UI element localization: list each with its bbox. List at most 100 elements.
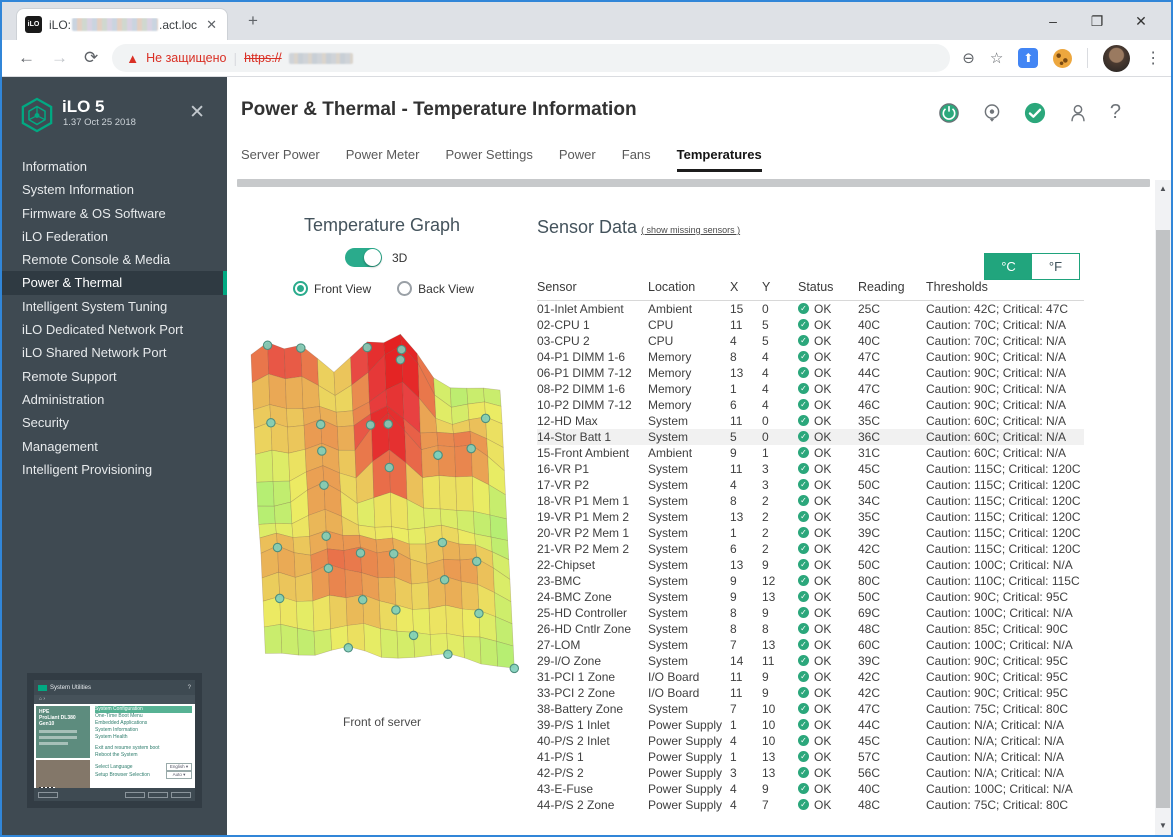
sensor-row-42-p-s-2[interactable]: 42-P/S 2Power Supply313✓OK56CCaution: N/… bbox=[537, 765, 1084, 781]
3d-toggle[interactable] bbox=[345, 248, 382, 267]
sensor-row-43-e-fuse[interactable]: 43-E-FusePower Supply49✓OK40CCaution: 10… bbox=[537, 781, 1084, 797]
cookie-extension-icon[interactable] bbox=[1053, 49, 1072, 68]
sensor-row-14-stor-batt-1[interactable]: 14-Stor Batt 1System50✓OK36CCaution: 60C… bbox=[537, 429, 1084, 445]
sensor-row-19-vr-p1-mem-2[interactable]: 19-VR P1 Mem 2System132✓OK35CCaution: 11… bbox=[537, 509, 1084, 525]
sidebar-item-intelligent-system-tuning[interactable]: Intelligent System Tuning bbox=[2, 295, 227, 318]
sidebar-item-system-information[interactable]: System Information bbox=[2, 178, 227, 201]
sensor-row-04-p1-dimm-1-6[interactable]: 04-P1 DIMM 1-6Memory84✓OK47CCaution: 90C… bbox=[537, 349, 1084, 365]
new-tab-button[interactable]: + bbox=[242, 11, 264, 31]
user-icon[interactable] bbox=[1067, 102, 1089, 124]
scrollbar-thumb[interactable] bbox=[1156, 230, 1170, 808]
sensor-row-25-hd-controller[interactable]: 25-HD ControllerSystem89✓OK69CCaution: 1… bbox=[537, 605, 1084, 621]
close-button[interactable]: ✕ bbox=[1119, 13, 1163, 30]
security-warning-icon[interactable]: ▲ bbox=[126, 51, 139, 66]
sensor-row-38-battery-zone[interactable]: 38-Battery ZoneSystem710✓OK47CCaution: 7… bbox=[537, 701, 1084, 717]
sensor-row-22-chipset[interactable]: 22-ChipsetSystem139✓OK50CCaution: 100C; … bbox=[537, 557, 1084, 573]
show-missing-sensors-link[interactable]: ( show missing sensors ) bbox=[641, 225, 740, 235]
status-ok-icon: ✓ bbox=[798, 751, 809, 762]
profile-avatar[interactable] bbox=[1103, 45, 1130, 72]
minimize-button[interactable]: – bbox=[1031, 13, 1075, 29]
back-icon[interactable]: ← bbox=[18, 48, 35, 68]
status-ok-icon: ✓ bbox=[798, 735, 809, 746]
uid-indicator-icon[interactable] bbox=[981, 102, 1003, 124]
front-view-radio[interactable]: Front View bbox=[293, 281, 371, 296]
sensor-row-01-inlet-ambient[interactable]: 01-Inlet AmbientAmbient150✓OK25CCaution:… bbox=[537, 301, 1084, 317]
view-radio-group: Front View Back View bbox=[293, 281, 474, 296]
status-cell: ✓OK bbox=[798, 653, 858, 669]
sensor-row-31-pci-1-zone[interactable]: 31-PCI 1 ZoneI/O Board119✓OK42CCaution: … bbox=[537, 669, 1084, 685]
sensor-row-24-bmc-zone[interactable]: 24-BMC ZoneSystem913✓OK50CCaution: 90C; … bbox=[537, 589, 1084, 605]
tab-close-icon[interactable]: ✕ bbox=[204, 17, 219, 33]
sensor-row-16-vr-p1[interactable]: 16-VR P1System113✓OK45CCaution: 115C; Cr… bbox=[537, 461, 1084, 477]
sensor-row-12-hd-max[interactable]: 12-HD MaxSystem110✓OK35CCaution: 60C; Cr… bbox=[537, 413, 1084, 429]
sidebar-item-power-thermal[interactable]: Power & Thermal bbox=[2, 271, 227, 294]
remote-console-thumbnail[interactable]: System Utilities ? ⌂ › HPE ProLiant DL38… bbox=[27, 673, 202, 808]
tab-server-power[interactable]: Server Power bbox=[241, 147, 320, 172]
health-ok-icon[interactable] bbox=[1024, 102, 1046, 124]
sensor-row-10-p2-dimm-7-12[interactable]: 10-P2 DIMM 7-12Memory64✓OK46CCaution: 90… bbox=[537, 397, 1084, 413]
sensor-row-18-vr-p1-mem-1[interactable]: 18-VR P1 Mem 1System82✓OK34CCaution: 115… bbox=[537, 493, 1084, 509]
chrome-menu-icon[interactable]: ⋮ bbox=[1145, 48, 1161, 68]
bookmark-star-icon[interactable]: ☆ bbox=[990, 49, 1003, 67]
address-bar[interactable]: ▲ Не защищено | https:// bbox=[112, 44, 950, 72]
sidebar-item-remote-console-media[interactable]: Remote Console & Media bbox=[2, 248, 227, 271]
security-warning-label[interactable]: Не защищено bbox=[146, 51, 226, 65]
vertical-scrollbar[interactable]: ▲ ▼ bbox=[1155, 180, 1171, 835]
sensor-row-29-i-o-zone[interactable]: 29-I/O ZoneSystem1411✓OK39CCaution: 90C;… bbox=[537, 653, 1084, 669]
sidebar-item-ilo-dedicated-network-port[interactable]: iLO Dedicated Network Port bbox=[2, 318, 227, 341]
sensor-row-08-p2-dimm-1-6[interactable]: 08-P2 DIMM 1-6Memory14✓OK47CCaution: 90C… bbox=[537, 381, 1084, 397]
celsius-button[interactable]: °C bbox=[985, 254, 1032, 279]
sidebar-item-ilo-shared-network-port[interactable]: iLO Shared Network Port bbox=[2, 341, 227, 364]
sensor-row-27-lom[interactable]: 27-LOMSystem713✓OK60CCaution: 100C; Crit… bbox=[537, 637, 1084, 653]
sidebar-item-administration[interactable]: Administration bbox=[2, 388, 227, 411]
sensor-row-21-vr-p2-mem-2[interactable]: 21-VR P2 Mem 2System62✓OK42CCaution: 115… bbox=[537, 541, 1084, 557]
scroll-up-icon[interactable]: ▲ bbox=[1155, 182, 1171, 196]
sensor-marker bbox=[267, 419, 275, 427]
server-power-icon[interactable] bbox=[938, 102, 960, 124]
sensor-row-06-p1-dimm-7-12[interactable]: 06-P1 DIMM 7-12Memory134✓OK44CCaution: 9… bbox=[537, 365, 1084, 381]
sensor-row-15-front-ambient[interactable]: 15-Front AmbientAmbient91✓OK31CCaution: … bbox=[537, 445, 1084, 461]
status-cell: ✓OK bbox=[798, 381, 858, 397]
tab-power-meter[interactable]: Power Meter bbox=[346, 147, 420, 172]
zoom-out-icon[interactable]: ⊖ bbox=[962, 49, 975, 67]
thumb-help-icon: ? bbox=[188, 685, 191, 691]
sensor-row-03-cpu-2[interactable]: 03-CPU 2CPU45✓OK40CCaution: 70C; Critica… bbox=[537, 333, 1084, 349]
scroll-down-icon[interactable]: ▼ bbox=[1155, 819, 1171, 833]
sensor-row-20-vr-p2-mem-1[interactable]: 20-VR P2 Mem 1System12✓OK39CCaution: 115… bbox=[537, 525, 1084, 541]
sensor-row-41-p-s-1[interactable]: 41-P/S 1Power Supply113✓OK57CCaution: N/… bbox=[537, 749, 1084, 765]
maximize-button[interactable]: ❐ bbox=[1075, 13, 1119, 30]
tab-power[interactable]: Power bbox=[559, 147, 596, 172]
sidebar-item-intelligent-provisioning[interactable]: Intelligent Provisioning bbox=[2, 458, 227, 481]
sensor-row-02-cpu-1[interactable]: 02-CPU 1CPU115✓OK40CCaution: 70C; Critic… bbox=[537, 317, 1084, 333]
tab-fans[interactable]: Fans bbox=[622, 147, 651, 172]
sidebar-item-ilo-federation[interactable]: iLO Federation bbox=[2, 225, 227, 248]
sidebar-item-security[interactable]: Security bbox=[2, 411, 227, 434]
sensor-row-40-p-s-2-inlet[interactable]: 40-P/S 2 InletPower Supply410✓OK45CCauti… bbox=[537, 733, 1084, 749]
sidebar-close-icon[interactable]: ✕ bbox=[189, 101, 205, 124]
sensor-row-26-hd-cntlr-zone[interactable]: 26-HD Cntlr ZoneSystem88✓OK48CCaution: 8… bbox=[537, 621, 1084, 637]
sidebar-item-information[interactable]: Information bbox=[2, 155, 227, 178]
horizontal-scrollbar[interactable] bbox=[237, 179, 1150, 187]
temperature-surface-chart[interactable] bbox=[233, 329, 531, 681]
status-ok-icon: ✓ bbox=[798, 479, 809, 490]
sidebar-item-remote-support[interactable]: Remote Support bbox=[2, 365, 227, 388]
sensor-marker bbox=[475, 609, 483, 617]
sensor-row-44-p-s-2-zone[interactable]: 44-P/S 2 ZonePower Supply47✓OK48CCaution… bbox=[537, 797, 1084, 813]
sensor-row-23-bmc[interactable]: 23-BMCSystem912✓OK80CCaution: 110C; Crit… bbox=[537, 573, 1084, 589]
back-view-radio[interactable]: Back View bbox=[397, 281, 474, 296]
sensor-row-33-pci-2-zone[interactable]: 33-PCI 2 ZoneI/O Board119✓OK42CCaution: … bbox=[537, 685, 1084, 701]
sensor-row-39-p-s-1-inlet[interactable]: 39-P/S 1 InletPower Supply110✓OK44CCauti… bbox=[537, 717, 1084, 733]
tab-power-settings[interactable]: Power Settings bbox=[445, 147, 532, 172]
sidebar-item-firmware-os-software[interactable]: Firmware & OS Software bbox=[2, 202, 227, 225]
sidebar-item-management[interactable]: Management bbox=[2, 435, 227, 458]
extension-icon[interactable]: ⬆ bbox=[1018, 48, 1038, 68]
fahrenheit-button[interactable]: °F bbox=[1032, 254, 1079, 279]
sensor-marker bbox=[276, 594, 284, 602]
tab-temperatures[interactable]: Temperatures bbox=[677, 147, 762, 172]
sensor-row-17-vr-p2[interactable]: 17-VR P2System43✓OK50CCaution: 115C; Cri… bbox=[537, 477, 1084, 493]
help-icon[interactable]: ? bbox=[1110, 101, 1121, 124]
browser-tab[interactable]: iLO iLO: .act.local ✕ bbox=[16, 8, 228, 40]
refresh-icon[interactable]: ⟳ bbox=[84, 48, 98, 68]
status-ok-icon: ✓ bbox=[798, 767, 809, 778]
status-ok-icon: ✓ bbox=[798, 383, 809, 394]
